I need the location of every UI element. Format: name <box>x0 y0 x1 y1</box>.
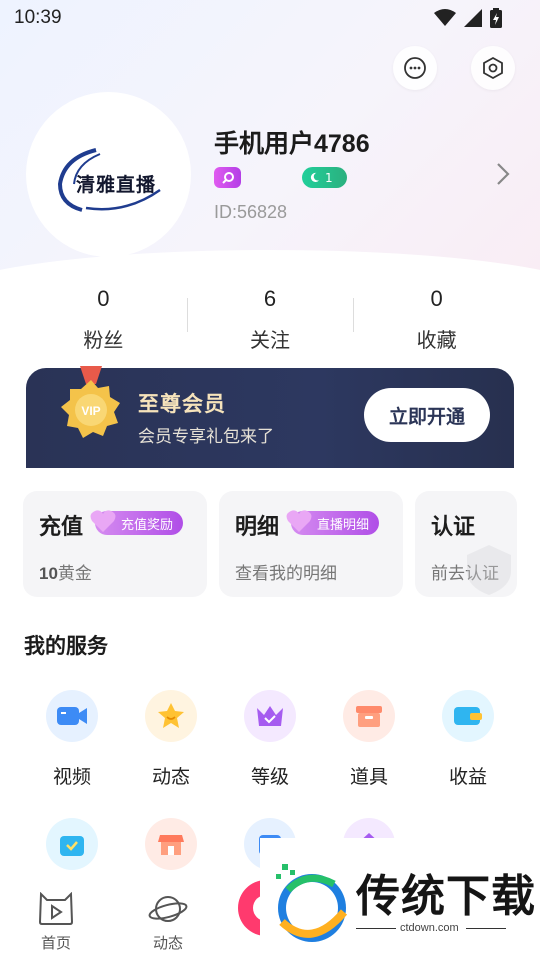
card-title: 充值 <box>39 515 84 540</box>
shop-icon <box>158 835 184 855</box>
service-label: 视频 <box>52 766 91 788</box>
gold-unit: 黄金 <box>57 564 92 584</box>
service-label: 动态 <box>151 766 190 788</box>
video-icon <box>57 707 87 725</box>
avatar-logo-text: 清雅直播 <box>76 174 157 196</box>
service-label: 等级 <box>250 766 289 788</box>
search-badge <box>214 167 241 188</box>
stats-row: 0 粉丝 6 关注 0 收藏 <box>20 282 520 362</box>
stat-label: 粉丝 <box>83 328 124 352</box>
vip-medal-text: VIP <box>81 404 100 418</box>
user-id: ID:56828 <box>214 202 288 222</box>
card-tag: 直播明细 <box>286 510 380 535</box>
crown-icon <box>257 706 283 726</box>
stat-value: 0 <box>430 286 443 311</box>
tab-dynamic[interactable]: 动态 <box>133 892 203 953</box>
stat-value: 0 <box>97 286 110 311</box>
moon-icon <box>310 172 320 183</box>
gold-amount: 10 <box>39 564 58 583</box>
settings-hex-icon <box>483 56 503 80</box>
service-icon-wrap <box>145 690 197 742</box>
level-badge-number: 1 <box>325 170 333 185</box>
tab-label: 动态 <box>152 934 183 952</box>
vip-medal-icon: VIP <box>61 366 120 438</box>
home-tv-icon <box>38 891 74 925</box>
wallet-icon <box>454 707 482 725</box>
settings-button[interactable] <box>471 46 515 90</box>
watermark-overlay: 传统下载 ctdown.com <box>260 838 540 960</box>
watermark-rule <box>466 928 506 929</box>
message-button[interactable] <box>393 46 437 90</box>
service-video[interactable]: 视频 <box>32 690 112 789</box>
shield-watermark-icon <box>467 545 511 595</box>
card-recharge[interactable]: 充值 充值奖励 10黄金 <box>23 491 207 597</box>
status-bar: 10:39 <box>0 0 540 36</box>
magnifier-icon <box>221 171 234 184</box>
services-title: 我的服务 <box>24 634 108 658</box>
service-icon-wrap[interactable] <box>145 818 197 870</box>
box-icon <box>356 706 382 727</box>
watermark-rule <box>356 928 396 929</box>
vip-subtitle: 会员专享礼包来了 <box>138 427 274 447</box>
stat-favorites[interactable]: 0 收藏 <box>353 282 520 362</box>
stat-label: 收藏 <box>416 328 457 352</box>
username: 手机用户4786 <box>214 130 370 158</box>
stat-value: 6 <box>263 286 277 311</box>
star-face-icon <box>158 703 184 728</box>
card-title: 明细 <box>235 515 280 540</box>
stat-label: 关注 <box>250 328 290 352</box>
service-props[interactable]: 道具 <box>329 690 409 789</box>
status-icons <box>434 8 502 28</box>
tab-home[interactable]: 首页 <box>21 891 91 953</box>
vip-open-button[interactable]: 立即开通 <box>364 388 490 442</box>
tab-label: 首页 <box>40 934 71 952</box>
level-badge: 1 <box>302 167 347 188</box>
signal-icon <box>464 9 482 27</box>
card-subtitle: 查看我的明细 <box>235 564 337 584</box>
card-tag-text: 充值奖励 <box>121 517 174 533</box>
card-title: 认证 <box>431 515 476 540</box>
service-label: 道具 <box>349 766 388 788</box>
wifi-icon <box>434 9 456 26</box>
stat-fans[interactable]: 0 粉丝 <box>20 282 187 362</box>
vip-title: 至尊会员 <box>138 392 226 416</box>
card-tag: 充值奖励 <box>90 510 184 535</box>
service-level[interactable]: 等级 <box>230 690 310 789</box>
service-icon-wrap <box>343 690 395 742</box>
service-icon-wrap[interactable] <box>46 818 98 870</box>
divider <box>353 298 355 332</box>
battery-icon <box>490 8 502 28</box>
stat-following[interactable]: 6 关注 <box>186 282 354 362</box>
divider <box>186 298 188 332</box>
service-earnings[interactable]: 收益 <box>428 690 508 789</box>
service-icon-wrap <box>442 690 494 742</box>
watermark-title: 传统下载 <box>356 871 536 922</box>
card-tag-text: 直播明细 <box>317 517 370 533</box>
card-verify[interactable]: 认证 前去认证 <box>415 491 517 597</box>
service-icon-wrap <box>46 690 98 742</box>
watermark-logo-icon <box>276 864 348 942</box>
service-icon-wrap <box>244 690 296 742</box>
chat-bubble-icon <box>404 57 426 79</box>
shopping-bag-icon <box>60 836 84 856</box>
service-dynamic[interactable]: 动态 <box>131 690 211 789</box>
heart-icon <box>286 510 312 532</box>
card-subtitle: 10黄金 <box>39 559 92 584</box>
heart-icon <box>90 510 116 532</box>
planet-icon <box>148 896 188 922</box>
status-time: 10:39 <box>14 7 62 28</box>
watermark-url: ctdown.com <box>400 922 459 934</box>
card-detail[interactable]: 明细 直播明细 查看我的明细 <box>219 491 403 597</box>
avatar[interactable]: 清雅直播 <box>26 92 191 257</box>
vip-card[interactable]: VIP 至尊会员 会员专享礼包来了 立即开通 <box>26 366 514 468</box>
service-label: 收益 <box>448 766 487 788</box>
chevron-right-icon[interactable] <box>494 162 512 186</box>
